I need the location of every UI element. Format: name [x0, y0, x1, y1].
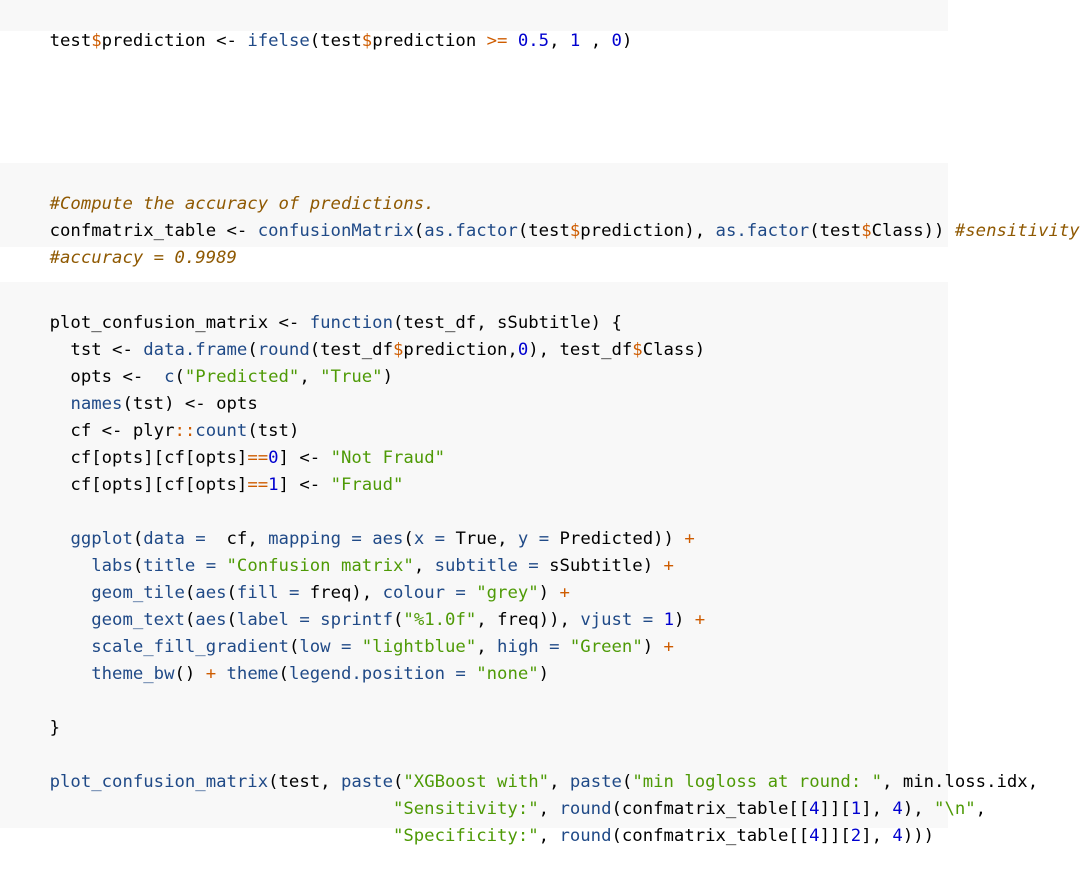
code-token: 1 [569, 31, 581, 51]
code-token: ))) [902, 826, 935, 846]
code-token: + [684, 529, 695, 549]
code-line: "Specificity:", round(confmatrix_table[[… [8, 796, 934, 877]
code-token: as.factor [424, 221, 518, 241]
code-token: + [694, 610, 706, 630]
code-token: "\n" [934, 799, 976, 819]
code-token: ) [538, 664, 550, 684]
code-token: 0 [611, 31, 622, 51]
code-token: >= [486, 31, 508, 51]
code-token: prediction), [580, 221, 716, 241]
code-token: (test [809, 221, 862, 241]
code-token: , [549, 31, 570, 51]
code-token: round [559, 826, 612, 846]
code-token: legend.position = [288, 664, 466, 684]
code-token: ], [861, 826, 893, 846]
code-token: "Specificity:" [392, 826, 539, 846]
code-token: ) [621, 31, 633, 51]
code-token: + [205, 664, 217, 684]
code-token: == [247, 475, 269, 495]
code-token: 2 [850, 826, 862, 846]
code-token: theme [226, 664, 279, 684]
code-token: $ [392, 340, 404, 360]
code-token: Class)) [871, 221, 955, 241]
code-token: , [538, 826, 560, 846]
code-line: test$prediction <- ifelse(test$predictio… [8, 1, 633, 82]
code-token: "none" [476, 664, 539, 684]
code-token: as.factor [715, 221, 810, 241]
code-token: prediction [372, 31, 487, 51]
code-token: "Green" [569, 637, 643, 657]
code-token: ] <- [278, 475, 331, 495]
code-token: 0.5 [517, 31, 550, 51]
code-token: (test [309, 31, 362, 51]
code-token: prediction <- [101, 31, 248, 51]
code-token: Class) [642, 340, 706, 360]
code-token: ]][ [819, 826, 851, 846]
code-token: ), test_df [528, 340, 633, 360]
code-token: , [975, 799, 987, 819]
code-token: #sensitivity [954, 221, 1080, 241]
code-token: ) [642, 637, 664, 657]
code-token: "True" [320, 367, 383, 387]
code-token: cf[opts][cf[opts] [49, 475, 248, 495]
code-chunk-1: test$prediction <- ifelse(test$predictio… [0, 0, 948, 51]
code-token: $ [91, 31, 102, 51]
code-line: theme_bw() + theme(legend.position = "no… [8, 634, 549, 715]
code-chunk-3: plot_confusion_matrix <- function(test_d… [0, 282, 1038, 846]
code-token: } [49, 718, 61, 738]
code-token: (test [517, 221, 570, 241]
code-token: $ [861, 221, 872, 241]
code-token: 4 [809, 826, 820, 846]
code-token: $ [361, 31, 373, 51]
code-token: prediction, [403, 340, 518, 360]
code-token: ) [382, 367, 393, 387]
code-token: , [580, 31, 612, 51]
code-token: confusionMatrix [257, 221, 414, 241]
code-token: () [174, 664, 206, 684]
code-token: + [663, 637, 674, 657]
code-token: , [299, 367, 321, 387]
code-token: 4 [892, 826, 903, 846]
code-token: "Fraud" [330, 475, 404, 495]
code-token: 0 [517, 340, 529, 360]
code-token: ( [278, 664, 289, 684]
code-token: (confmatrix_table[[ [611, 826, 810, 846]
code-token: theme_bw [91, 664, 175, 684]
code-token: test [49, 31, 92, 51]
code-token: ( [413, 221, 425, 241]
code-chunk-2: #Compute the accuracy of predictions. co… [0, 163, 1080, 268]
code-token: ) [673, 610, 695, 630]
code-token: #accuracy = 0.9989 [49, 248, 237, 268]
code-token: $ [569, 221, 581, 241]
code-token: 1 [268, 475, 279, 495]
code-token: ifelse [247, 31, 310, 51]
code-token: $ [632, 340, 643, 360]
code-token: + [663, 556, 674, 576]
